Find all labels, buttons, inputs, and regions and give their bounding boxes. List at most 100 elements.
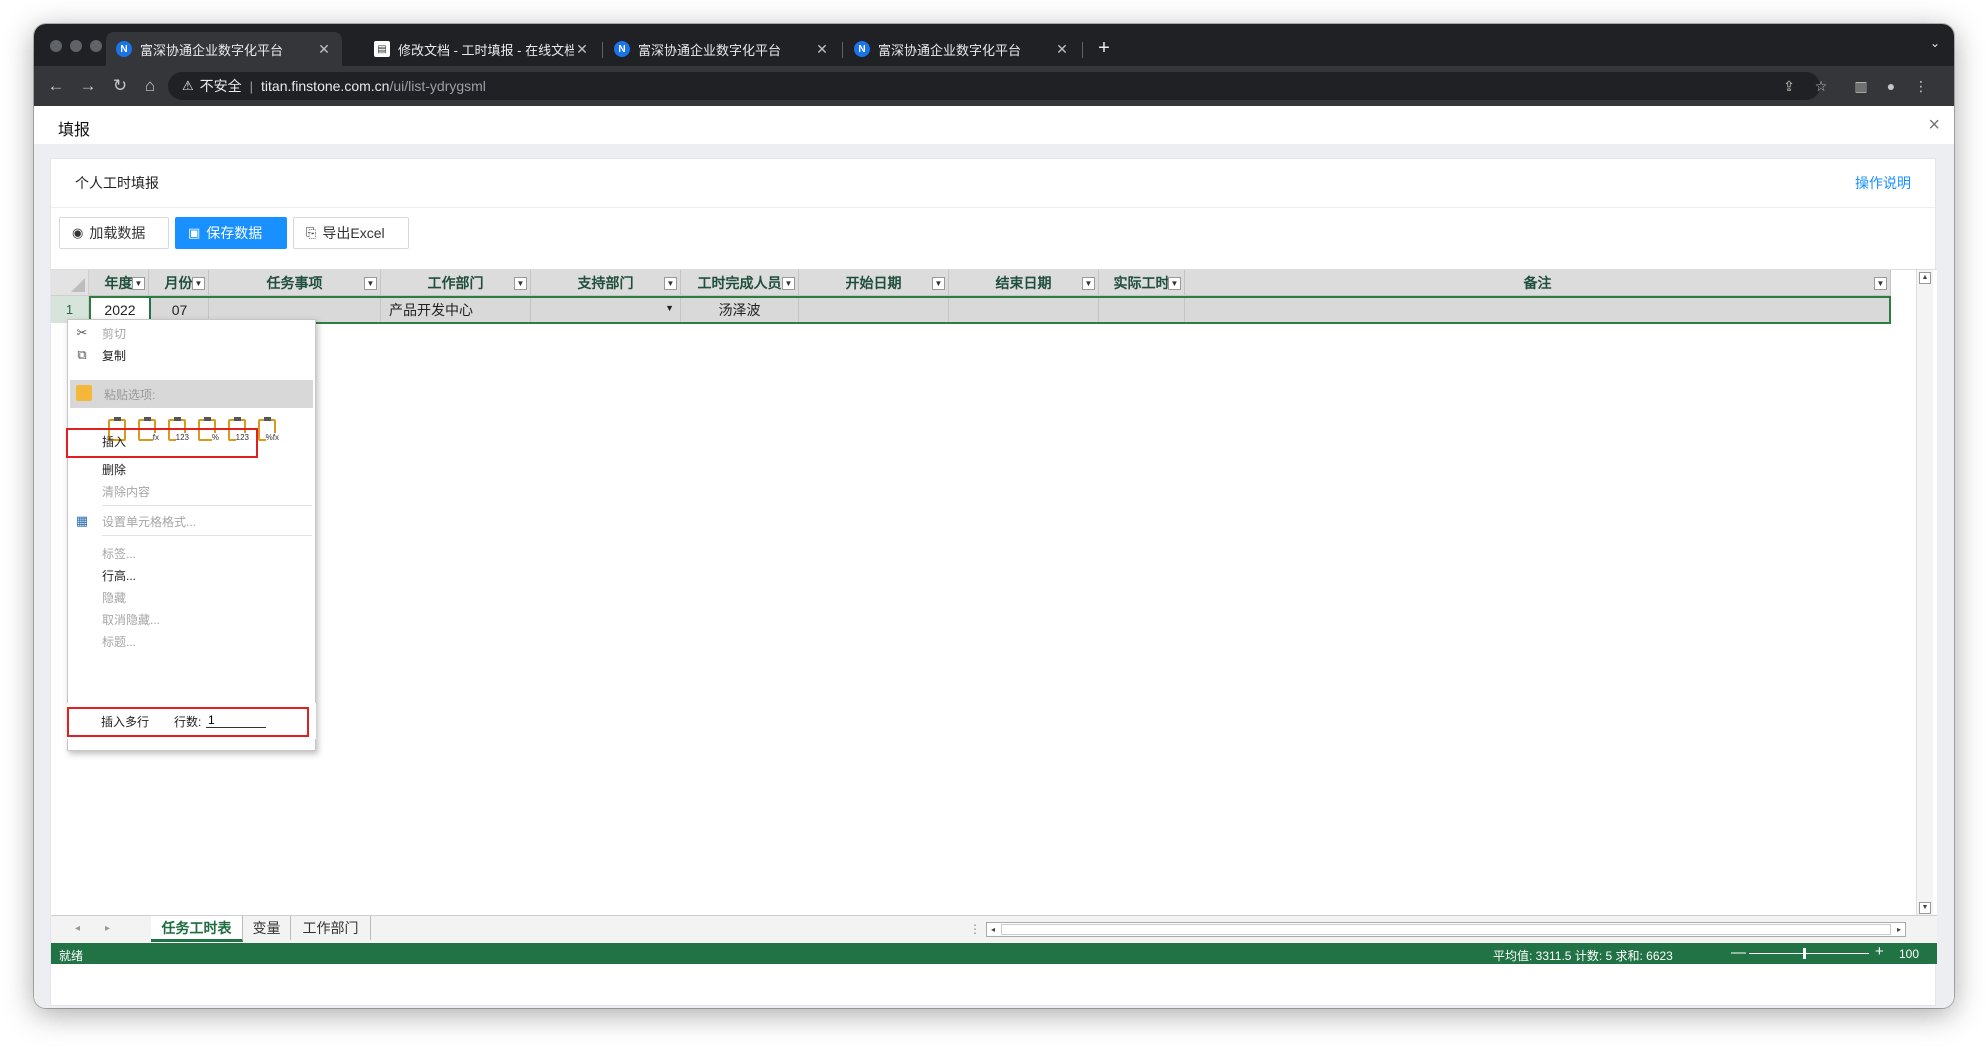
help-link[interactable]: 操作说明	[1855, 173, 1911, 193]
menu-item-header[interactable]: 标题...	[68, 630, 315, 652]
load-data-button[interactable]: ◉ 加载数据	[59, 217, 169, 249]
prev-sheet-icon[interactable]: ◂	[75, 923, 80, 934]
menu-item-clear[interactable]: 清除内容	[68, 480, 315, 502]
column-header-year[interactable]: 年度 ▼	[89, 270, 149, 296]
menu-item-cut[interactable]: ✂ 剪切	[68, 322, 315, 344]
column-header-staff[interactable]: 工时完成人员 ▼	[681, 270, 799, 296]
address-bar[interactable]: ⚠ 不安全 | titan.finstone.com.cn/ui/list-yd…	[168, 72, 1820, 100]
zoom-slider[interactable]	[1749, 953, 1869, 954]
menu-item-delete[interactable]: 删除	[68, 458, 315, 480]
export-file-icon: ⎘	[306, 225, 317, 240]
url-path: /ui/list-ydrygsml	[389, 78, 486, 94]
tab-separator	[1082, 42, 1083, 58]
column-header-end-date[interactable]: 结束日期 ▼	[949, 270, 1099, 296]
home-icon[interactable]: ⌂	[138, 74, 162, 98]
menu-item-hide[interactable]: 隐藏	[68, 586, 315, 608]
bookmark-star-icon[interactable]: ☆	[1810, 75, 1832, 97]
reload-icon[interactable]: ↻	[108, 74, 132, 98]
filter-dropdown-icon[interactable]: ▼	[664, 277, 677, 290]
menu-item-copy[interactable]: ⧉ 复制	[68, 344, 315, 366]
cell-actual-hours[interactable]	[1099, 296, 1185, 323]
browser-tab-4[interactable]: N 富深协通企业数字化平台 ✕	[844, 32, 1080, 66]
browser-tab-2[interactable]: ▤ 修改文档 - 工时填报 - 在线文档 ✕	[364, 32, 600, 66]
vertical-scrollbar[interactable]: ▲ ▼	[1916, 270, 1933, 916]
browser-toolbar: ← → ↻ ⌂ ⚠ 不安全 | titan.finstone.com.cn/ui…	[34, 66, 1954, 106]
rows-count-label: 行数:	[174, 715, 202, 729]
back-icon[interactable]: ←	[44, 74, 68, 98]
column-header-start-date[interactable]: 开始日期 ▼	[799, 270, 949, 296]
sidepanel-icon[interactable]: ▥	[1850, 75, 1872, 97]
scissors-icon: ✂	[76, 325, 88, 340]
close-tab-icon[interactable]: ✕	[1054, 41, 1070, 58]
zoom-out-icon[interactable]: —	[1731, 944, 1746, 961]
url-host: titan.finstone.com.cn	[261, 78, 390, 94]
menu-item-row-height[interactable]: 行高...	[68, 564, 315, 586]
splitter-handle[interactable]: ⋮	[969, 922, 981, 936]
next-sheet-icon[interactable]: ▸	[105, 923, 110, 934]
zoom-in-icon[interactable]: +	[1875, 943, 1884, 960]
share-icon[interactable]: ⇪	[1778, 75, 1800, 97]
menu-item-insert-multi[interactable]: 插入多行	[101, 713, 149, 730]
menu-kebab-icon[interactable]: ⋮	[1910, 75, 1932, 97]
filter-dropdown-icon[interactable]: ▼	[132, 277, 145, 290]
scroll-left-icon[interactable]: ◂	[987, 923, 999, 936]
filter-dropdown-icon[interactable]: ▼	[1874, 277, 1887, 290]
cell-work-dept[interactable]: 产品开发中心	[381, 296, 531, 323]
cell-start-date[interactable]	[799, 296, 949, 323]
filter-dropdown-icon[interactable]: ▼	[782, 277, 795, 290]
horizontal-scrollbar[interactable]: ◂ ▸	[986, 922, 1906, 937]
dialog-title: 填报	[58, 122, 91, 139]
forward-icon[interactable]: →	[76, 74, 100, 98]
filter-dropdown-icon[interactable]: ▼	[192, 277, 205, 290]
warning-icon: ⚠	[182, 78, 194, 93]
column-header-support-dept[interactable]: 支持部门 ▼	[531, 270, 681, 296]
filter-dropdown-icon[interactable]: ▼	[1168, 277, 1181, 290]
filter-dropdown-icon[interactable]: ▼	[364, 277, 377, 290]
dropdown-arrow-icon[interactable]: ▼	[665, 303, 674, 313]
filter-dropdown-icon[interactable]: ▼	[514, 277, 527, 290]
scroll-down-icon[interactable]: ▼	[1919, 902, 1931, 914]
column-header-actual-hours[interactable]: 实际工时 ▼	[1099, 270, 1185, 296]
save-data-button[interactable]: ▣ 保存数据	[175, 217, 287, 249]
cell-support-dept[interactable]: ▼	[531, 296, 681, 323]
close-tab-icon[interactable]: ✕	[814, 41, 830, 58]
filter-dropdown-icon[interactable]: ▼	[1082, 277, 1095, 290]
rows-count-input[interactable]	[206, 712, 266, 728]
profile-icon[interactable]: ●	[1880, 75, 1902, 97]
menu-item-label[interactable]: 标签...	[68, 542, 315, 564]
zoom-slider-handle[interactable]	[1803, 948, 1806, 959]
browser-tab-3[interactable]: N 富深协通企业数字化平台 ✕	[604, 32, 840, 66]
sheet-tab-departments[interactable]: 工作部门	[291, 916, 371, 940]
column-header-remarks[interactable]: 备注 ▼	[1185, 270, 1891, 296]
timesheet-card: 个人工时填报 操作说明 ◉ 加载数据 ▣ 保存数据 ⎘ 导出Excel 年度 ▼…	[50, 158, 1937, 1006]
cell-end-date[interactable]	[949, 296, 1099, 323]
new-tab-button[interactable]: +	[1090, 36, 1118, 60]
select-all-corner[interactable]	[51, 270, 89, 296]
close-tab-icon[interactable]: ✕	[316, 41, 332, 58]
sheet-tab-variables[interactable]: 变量	[243, 916, 291, 940]
save-icon: ▣	[188, 225, 201, 240]
scroll-right-icon[interactable]: ▸	[1893, 923, 1905, 936]
menu-item-unhide[interactable]: 取消隐藏...	[68, 608, 315, 630]
column-header-task[interactable]: 任务事项 ▼	[209, 270, 381, 296]
cell-staff[interactable]: 汤泽波	[681, 296, 799, 323]
export-excel-button[interactable]: ⎘ 导出Excel	[293, 217, 409, 249]
column-header-month[interactable]: 月份 ▼	[149, 270, 209, 296]
column-header-work-dept[interactable]: 工作部门 ▼	[381, 270, 531, 296]
scroll-thumb[interactable]	[1001, 924, 1891, 935]
scroll-up-icon[interactable]: ▲	[1919, 272, 1931, 284]
minimize-window-dot[interactable]	[70, 40, 82, 52]
status-ready: 就绪	[59, 949, 84, 963]
filter-dropdown-icon[interactable]: ▼	[932, 277, 945, 290]
dialog-close-icon[interactable]: ×	[1928, 114, 1940, 137]
menu-item-insert[interactable]: 插入	[68, 430, 315, 452]
close-window-dot[interactable]	[50, 40, 62, 52]
menu-item-format-cells[interactable]: ▦ 设置单元格格式...	[68, 510, 315, 532]
browser-tab-1[interactable]: N 富深协通企业数字化平台 ✕	[106, 32, 342, 66]
zoom-window-dot[interactable]	[90, 40, 102, 52]
sheet-tab-timesheet[interactable]: 任务工时表	[151, 916, 243, 942]
close-tab-icon[interactable]: ✕	[574, 41, 590, 58]
tab-search-icon[interactable]: ⌄	[1930, 36, 1940, 50]
cell-remarks[interactable]	[1185, 296, 1891, 323]
security-label: 不安全	[199, 78, 242, 94]
